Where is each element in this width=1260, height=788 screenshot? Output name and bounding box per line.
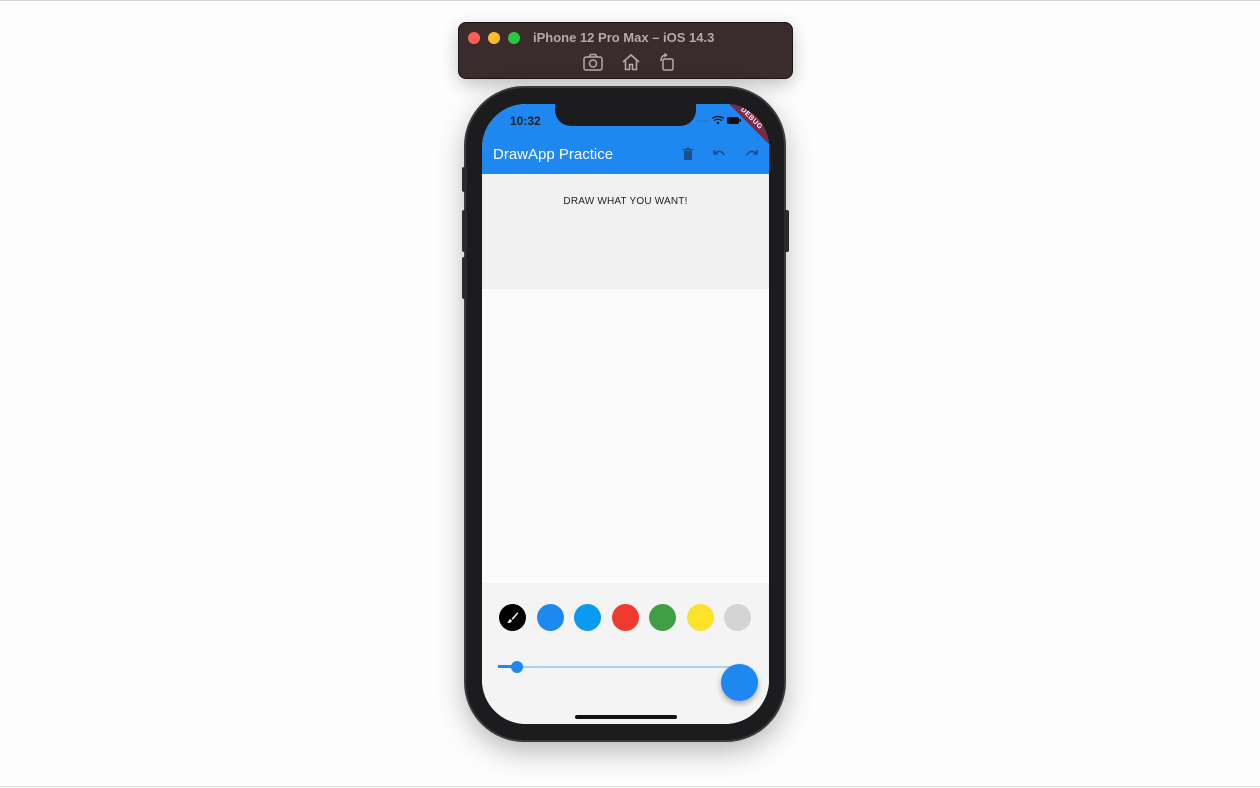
delete-icon[interactable] [680,146,696,162]
color-swatch-yellow[interactable] [687,604,714,631]
undo-icon[interactable] [711,146,727,162]
battery-icon [727,117,741,124]
drawing-canvas[interactable] [482,289,769,583]
status-time: 10:32 [510,114,541,128]
color-swatch-grey[interactable] [724,604,751,631]
wifi-icon [711,115,725,122]
simulator-toolbar: iPhone 12 Pro Max – iOS 14.3 [459,23,792,78]
top-divider [0,0,1260,1]
zoom-window-button[interactable] [508,32,520,44]
color-swatch-light-blue[interactable] [574,604,601,631]
stroke-slider-track[interactable] [498,666,738,668]
volume-up-button [462,210,467,252]
status-icons [697,115,741,125]
notch [555,104,696,126]
volume-down-button [462,257,467,299]
app-bar: 10:32 DrawApp Practice DEBUG [482,104,769,174]
color-swatch-green[interactable] [649,604,676,631]
canvas-header [482,174,769,289]
minimize-window-button[interactable] [488,32,500,44]
simulator-title: iPhone 12 Pro Max – iOS 14.3 [533,30,715,45]
close-window-button[interactable] [468,32,480,44]
home-indicator [575,715,677,719]
phone-screen: 10:32 DrawApp Practice DEBUG DRAW WHAT Y… [482,104,769,724]
screenshot-icon[interactable] [582,52,604,72]
brush-icon [507,612,519,623]
power-button [784,210,789,252]
floating-action-button[interactable] [721,664,758,701]
redo-icon[interactable] [744,146,760,162]
app-title: DrawApp Practice [493,146,614,163]
mute-switch [462,167,467,192]
debug-banner: DEBUG [719,104,769,151]
signal-dots-icon [697,120,708,122]
color-swatch-black[interactable] [499,604,526,631]
wifi-dot [716,121,720,125]
color-swatch-blue[interactable] [537,604,564,631]
bottom-divider [0,786,1260,787]
color-swatch-red[interactable] [612,604,639,631]
home-icon[interactable] [620,52,642,72]
draw-prompt: DRAW WHAT YOU WANT! [563,196,688,207]
rotate-icon[interactable] [656,52,678,72]
